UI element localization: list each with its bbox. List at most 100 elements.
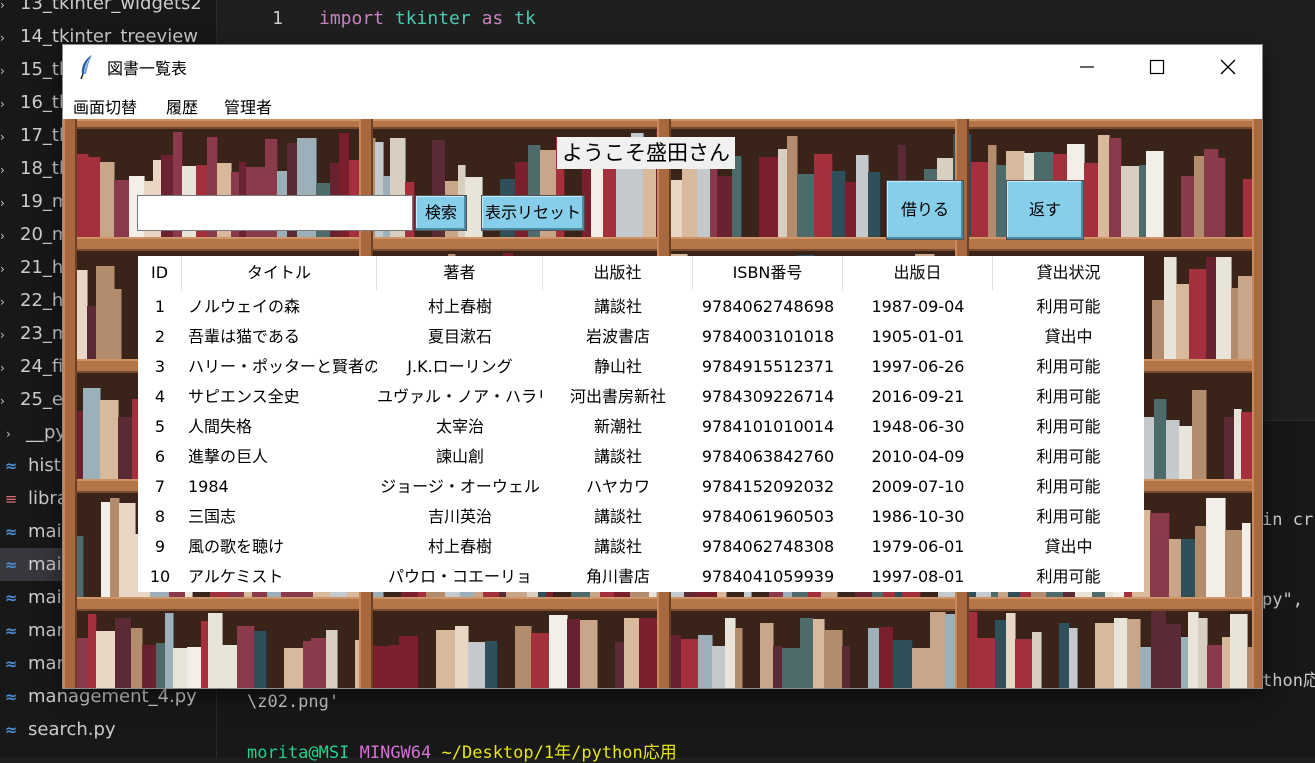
cell-publisher: 河出書房新社	[569, 387, 666, 406]
window-title: 図書一覧表	[107, 59, 188, 78]
table-row[interactable]: 8 三国志 吉川英治 講談社 9784061960503 1986-10-30 利用可能	[138, 502, 1144, 532]
column-header-publisher[interactable]: 出版社	[543, 256, 693, 290]
cell-date: 2010-04-09	[871, 447, 965, 466]
book-spine	[115, 618, 132, 688]
keyword-as: as	[481, 8, 504, 29]
column-header-title[interactable]: タイトル	[182, 256, 377, 290]
book-spine	[1127, 618, 1141, 688]
title-bar[interactable]: 図書一覧表	[63, 45, 1262, 89]
table-row[interactable]: 9 風の歌を聴け 村上春樹 講談社 9784062748308 1979-06-01 貸出中	[138, 532, 1144, 562]
cell-isbn: 9784309226714	[701, 387, 835, 406]
prompt-env: MINGW64	[359, 743, 432, 763]
column-header-isbn[interactable]: ISBN番号	[693, 256, 843, 290]
table-row[interactable]: 7 1984 ジョージ・オーウェル ハヤカワ 9784152092032 2009-07-…	[138, 472, 1144, 502]
shelf-post	[63, 119, 77, 688]
borrow-button[interactable]: 借りる	[886, 180, 964, 240]
close-button[interactable]	[1192, 45, 1262, 89]
table-row[interactable]: 3 ハリー・ポッターと賢者の石 J.K.ローリング 静山社 9784915512371 1…	[138, 352, 1144, 382]
book-spine	[782, 647, 801, 688]
book-spine	[717, 175, 733, 237]
cell-status: 利用可能	[1036, 507, 1101, 526]
cell-isbn: 9784062748698	[701, 297, 835, 316]
books-table[interactable]: ID タイトル 著者 出版社 ISBN番号 出版日 貸出状況 1 ノルウェイの森村…	[138, 256, 1144, 592]
cell-author: 村上春樹	[427, 297, 492, 316]
book-spine	[681, 638, 699, 688]
python-file-icon: ≈	[4, 523, 18, 541]
return-button[interactable]: 返す	[1006, 180, 1084, 240]
chevron-right-icon: ›	[0, 229, 5, 243]
explorer-item-label: __py	[26, 422, 67, 443]
cell-date: 1905-01-01	[871, 327, 965, 346]
column-header-author[interactable]: 著者	[377, 256, 543, 290]
book-spine	[1242, 523, 1251, 597]
book-spine	[237, 625, 255, 688]
cell-id: 9	[154, 537, 166, 556]
book-spine	[879, 626, 894, 688]
book-spine	[468, 642, 486, 688]
book-spine	[96, 631, 116, 688]
table-row[interactable]: 10 アルケミスト パウロ・コエーリョ 角川書店 9784041059939 1997-0…	[138, 562, 1144, 592]
column-header-date[interactable]: 出版日	[843, 256, 993, 290]
column-header-id[interactable]: ID	[138, 256, 182, 290]
table-row[interactable]: 5 人間失格 太宰治 新潮社 9784101010014 1948-06-30 利用可能	[138, 412, 1144, 442]
cell-status: 利用可能	[1036, 357, 1101, 376]
chevron-right-icon: ›	[0, 196, 5, 210]
table-row[interactable]: 4 サピエンス全史 ユヴァル・ノア・ハラリ 河出書房新社 9784309226714 20…	[138, 382, 1144, 412]
cell-author: ユヴァル・ノア・ハラリ	[377, 387, 543, 406]
cell-author: 夏目漱石	[427, 327, 492, 346]
cell-status: 貸出中	[1044, 537, 1093, 556]
module-alias: tk	[514, 8, 536, 29]
cell-id: 4	[154, 387, 166, 406]
book-spine	[485, 641, 498, 688]
book-spine	[118, 417, 133, 479]
book-spine	[326, 630, 338, 688]
book-spine	[1084, 163, 1099, 237]
cell-date: 1987-09-04	[871, 297, 965, 316]
book-spine	[800, 618, 814, 688]
terminal-prompt: morita@MSI MINGW64 ~/Desktop/1年/python応用	[247, 738, 677, 763]
book-spine	[311, 638, 327, 688]
cell-title: ノルウェイの森	[188, 297, 301, 316]
table-row[interactable]: 6 進撃の巨人 諫山創 講談社 9784063842760 2010-04-09 利用可能	[138, 442, 1144, 472]
chevron-right-icon: ›	[0, 64, 5, 78]
book-spine	[142, 645, 157, 688]
book-spine	[832, 170, 846, 237]
maximize-button[interactable]	[1122, 45, 1192, 89]
table-row[interactable]: 1 ノルウェイの森 村上春樹 講談社 9784062748698 1987-09-04 利用…	[138, 292, 1144, 322]
book-spine	[1204, 148, 1219, 237]
menu-history[interactable]: 履歴	[166, 94, 198, 118]
explorer-item[interactable]: ≈ search.py	[0, 713, 216, 746]
menu-screen-switch[interactable]: 画面切替	[73, 94, 137, 118]
cell-date: 1997-06-26	[871, 357, 965, 376]
cell-isbn: 9784061960503	[701, 507, 835, 526]
book-spine	[1150, 512, 1170, 597]
code-line[interactable]: import tkinter as tk	[319, 8, 536, 29]
cell-publisher: 静山社	[593, 357, 642, 376]
cell-status: 利用可能	[1036, 447, 1101, 466]
line-number: 1	[272, 8, 283, 29]
search-input[interactable]	[137, 195, 413, 231]
cell-author: 村上春樹	[427, 537, 492, 556]
cell-publisher: 講談社	[593, 507, 642, 526]
book-spine	[824, 629, 843, 688]
explorer-item[interactable]: › 13_tkinter_widgets2	[0, 0, 216, 20]
chevron-right-icon: ›	[0, 328, 5, 342]
chevron-right-icon: ›	[0, 361, 5, 375]
column-header-status[interactable]: 貸出状況	[993, 256, 1144, 290]
cell-publisher: 岩波書店	[585, 327, 650, 346]
python-file-icon: ≈	[4, 655, 18, 673]
cell-date: 2016-09-21	[871, 387, 965, 406]
module-name: tkinter	[394, 8, 471, 29]
book-spine	[1166, 624, 1182, 688]
minimize-button[interactable]	[1052, 45, 1122, 89]
book-spine	[1179, 426, 1193, 479]
reset-button[interactable]: 表示リセット	[481, 195, 585, 231]
table-row[interactable]: 2 吾輩は猫である 夏目漱石 岩波書店 9784003101018 1905-01-01 貸…	[138, 322, 1144, 352]
menu-admin[interactable]: 管理者	[224, 94, 272, 118]
explorer-item-label: 13_tkinter_widgets2	[20, 0, 202, 14]
chevron-right-icon: ›	[0, 394, 5, 408]
chevron-right-icon: ›	[0, 262, 5, 276]
cell-title: 進撃の巨人	[188, 447, 269, 466]
cell-isbn: 9784041059939	[701, 567, 835, 586]
search-button[interactable]: 検索	[415, 195, 467, 231]
